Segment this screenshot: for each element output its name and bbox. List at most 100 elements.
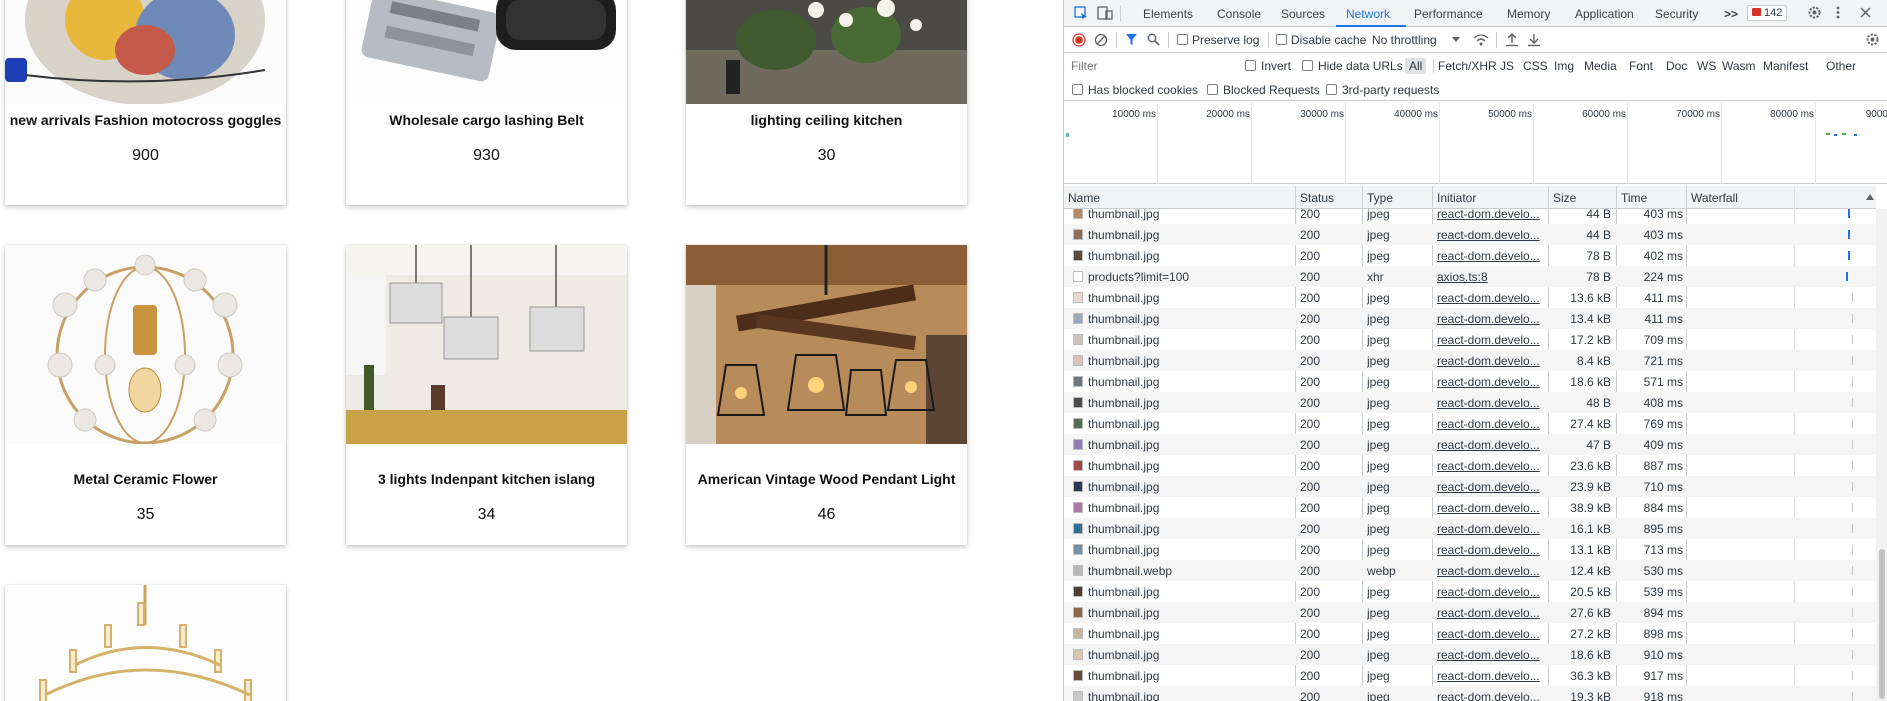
request-row[interactable]: thumbnail.jpg 200 jpeg react-dom.develo... 1… bbox=[1064, 287, 1876, 308]
request-initiator[interactable]: react-dom.develo... bbox=[1437, 501, 1545, 515]
type-filter-fetch-xhr[interactable]: Fetch/XHR bbox=[1438, 59, 1497, 73]
request-row[interactable]: thumbnail.jpg 200 jpeg react-dom.develo... 1… bbox=[1064, 686, 1876, 701]
request-row[interactable]: products?limit=100 200 xhr axios.ts:8 78 B 22… bbox=[1064, 266, 1876, 287]
request-row[interactable]: thumbnail.jpg 200 jpeg react-dom.develo... 1… bbox=[1064, 308, 1876, 329]
record-icon[interactable] bbox=[1072, 33, 1086, 47]
request-initiator[interactable]: react-dom.develo... bbox=[1437, 375, 1545, 389]
type-filter-wasm[interactable]: Wasm bbox=[1722, 59, 1756, 73]
request-row[interactable]: thumbnail.jpg 200 jpeg react-dom.develo... 4… bbox=[1064, 224, 1876, 245]
request-row[interactable]: thumbnail.jpg 200 jpeg react-dom.develo... 1… bbox=[1064, 518, 1876, 539]
request-initiator[interactable]: react-dom.develo... bbox=[1437, 480, 1545, 494]
network-settings-icon[interactable] bbox=[1865, 32, 1880, 47]
tab-console[interactable]: Console bbox=[1217, 7, 1261, 21]
request-initiator[interactable]: react-dom.develo... bbox=[1437, 522, 1545, 536]
column-header-waterfall[interactable]: Waterfall bbox=[1691, 191, 1738, 205]
request-initiator[interactable]: react-dom.develo... bbox=[1437, 690, 1545, 701]
search-icon[interactable] bbox=[1147, 33, 1160, 46]
request-initiator[interactable]: axios.ts:8 bbox=[1437, 270, 1545, 284]
tab-network[interactable]: Network bbox=[1346, 7, 1390, 21]
request-row[interactable]: thumbnail.jpg 200 jpeg react-dom.develo... 4… bbox=[1064, 209, 1876, 224]
request-initiator[interactable]: react-dom.develo... bbox=[1437, 669, 1545, 683]
request-initiator[interactable]: react-dom.develo... bbox=[1437, 585, 1545, 599]
issues-badge[interactable]: 142 bbox=[1747, 5, 1788, 21]
network-overview-timeline[interactable]: 10000 ms 20000 ms 30000 ms 40000 ms 5000… bbox=[1064, 103, 1887, 184]
request-initiator[interactable]: react-dom.develo... bbox=[1437, 438, 1545, 452]
request-row[interactable]: thumbnail.jpg 200 jpeg react-dom.develo... 2… bbox=[1064, 455, 1876, 476]
column-header-type[interactable]: Type bbox=[1367, 191, 1393, 205]
product-card[interactable]: lighting ceiling kitchen 30 bbox=[686, 0, 967, 205]
has-blocked-cookies-checkbox[interactable] bbox=[1072, 84, 1083, 95]
type-filter-all[interactable]: All bbox=[1405, 58, 1427, 74]
inspect-element-icon[interactable] bbox=[1074, 6, 1088, 20]
export-har-icon[interactable] bbox=[1527, 32, 1541, 47]
device-toolbar-icon[interactable] bbox=[1097, 6, 1113, 20]
type-filter-font[interactable]: Font bbox=[1629, 59, 1653, 73]
request-initiator[interactable]: react-dom.develo... bbox=[1437, 333, 1545, 347]
product-card[interactable]: American Vintage Wood Pendant Light 46 bbox=[686, 245, 967, 545]
request-row[interactable]: thumbnail.jpg 200 jpeg react-dom.develo... 1… bbox=[1064, 371, 1876, 392]
request-initiator[interactable]: react-dom.develo... bbox=[1437, 543, 1545, 557]
disable-cache-checkbox[interactable] bbox=[1276, 34, 1287, 45]
request-row[interactable]: thumbnail.jpg 200 jpeg react-dom.develo... 2… bbox=[1064, 476, 1876, 497]
request-initiator[interactable]: react-dom.develo... bbox=[1437, 396, 1545, 410]
request-initiator[interactable]: react-dom.develo... bbox=[1437, 459, 1545, 473]
preserve-log-checkbox[interactable] bbox=[1177, 34, 1188, 45]
type-filter-ws[interactable]: WS bbox=[1697, 59, 1716, 73]
sort-ascending-icon[interactable] bbox=[1866, 194, 1874, 200]
scrollbar-thumb[interactable] bbox=[1879, 549, 1885, 699]
throttling-select[interactable]: No throttling bbox=[1372, 33, 1437, 47]
column-header-status[interactable]: Status bbox=[1300, 191, 1334, 205]
request-row[interactable]: thumbnail.jpg 200 jpeg react-dom.develo... 3… bbox=[1064, 665, 1876, 686]
request-row[interactable]: thumbnail.jpg 200 jpeg react-dom.develo... 1… bbox=[1064, 644, 1876, 665]
column-header-size[interactable]: Size bbox=[1553, 191, 1576, 205]
clear-icon[interactable] bbox=[1094, 33, 1108, 47]
request-row[interactable]: thumbnail.jpg 200 jpeg react-dom.develo... 4… bbox=[1064, 434, 1876, 455]
product-card[interactable] bbox=[5, 585, 286, 701]
request-initiator[interactable]: react-dom.develo... bbox=[1437, 564, 1545, 578]
request-row[interactable]: thumbnail.jpg 200 jpeg react-dom.develo... 8… bbox=[1064, 350, 1876, 371]
column-header-time[interactable]: Time bbox=[1621, 191, 1647, 205]
tab-memory[interactable]: Memory bbox=[1507, 7, 1550, 21]
product-card[interactable]: Metal Ceramic Flower 35 bbox=[5, 245, 286, 545]
request-initiator[interactable]: react-dom.develo... bbox=[1437, 249, 1545, 263]
product-card[interactable]: new arrivals Fashion motocross goggles 9… bbox=[5, 0, 286, 205]
request-initiator[interactable]: react-dom.develo... bbox=[1437, 209, 1545, 221]
request-row[interactable]: thumbnail.jpg 200 jpeg react-dom.develo... 7… bbox=[1064, 245, 1876, 266]
type-filter-doc[interactable]: Doc bbox=[1666, 59, 1687, 73]
close-icon[interactable] bbox=[1860, 7, 1871, 18]
type-filter-img[interactable]: Img bbox=[1554, 59, 1574, 73]
filter-icon[interactable] bbox=[1125, 33, 1138, 46]
request-row[interactable]: thumbnail.jpg 200 jpeg react-dom.develo... 4… bbox=[1064, 392, 1876, 413]
network-conditions-icon[interactable] bbox=[1473, 32, 1489, 47]
hide-data-urls-checkbox[interactable] bbox=[1302, 60, 1313, 71]
request-initiator[interactable]: react-dom.develo... bbox=[1437, 228, 1545, 242]
column-header-initiator[interactable]: Initiator bbox=[1437, 191, 1476, 205]
type-filter-css[interactable]: CSS bbox=[1523, 59, 1548, 73]
settings-gear-icon[interactable] bbox=[1807, 5, 1822, 20]
customize-menu-icon[interactable] bbox=[1835, 5, 1841, 20]
invert-checkbox[interactable] bbox=[1245, 60, 1256, 71]
request-initiator[interactable]: react-dom.develo... bbox=[1437, 312, 1545, 326]
type-filter-media[interactable]: Media bbox=[1584, 59, 1617, 73]
type-filter-other[interactable]: Other bbox=[1826, 59, 1856, 73]
tab-security[interactable]: Security bbox=[1655, 7, 1698, 21]
product-card[interactable]: Wholesale cargo lashing Belt 930 bbox=[346, 0, 627, 205]
request-row[interactable]: thumbnail.jpg 200 jpeg react-dom.develo... 2… bbox=[1064, 602, 1876, 623]
tab-elements[interactable]: Elements bbox=[1143, 7, 1193, 21]
third-party-requests-checkbox[interactable] bbox=[1326, 84, 1337, 95]
chevron-down-icon[interactable] bbox=[1452, 37, 1460, 42]
product-card[interactable]: 3 lights Indenpant kitchen islang 34 bbox=[346, 245, 627, 545]
request-initiator[interactable]: react-dom.develo... bbox=[1437, 606, 1545, 620]
import-har-icon[interactable] bbox=[1505, 32, 1519, 47]
request-row[interactable]: thumbnail.jpg 200 jpeg react-dom.develo... 2… bbox=[1064, 623, 1876, 644]
request-initiator[interactable]: react-dom.develo... bbox=[1437, 291, 1545, 305]
type-filter-js[interactable]: JS bbox=[1500, 59, 1514, 73]
more-tabs-button[interactable]: >> bbox=[1724, 7, 1738, 21]
request-row[interactable]: thumbnail.jpg 200 jpeg react-dom.develo... 1… bbox=[1064, 539, 1876, 560]
request-row[interactable]: thumbnail.jpg 200 jpeg react-dom.develo... 2… bbox=[1064, 581, 1876, 602]
request-row[interactable]: thumbnail.jpg 200 jpeg react-dom.develo... 1… bbox=[1064, 329, 1876, 350]
type-filter-manifest[interactable]: Manifest bbox=[1763, 59, 1808, 73]
blocked-requests-checkbox[interactable] bbox=[1207, 84, 1218, 95]
column-header-name[interactable]: Name bbox=[1068, 191, 1100, 205]
request-table-scrollbar[interactable] bbox=[1876, 209, 1887, 701]
